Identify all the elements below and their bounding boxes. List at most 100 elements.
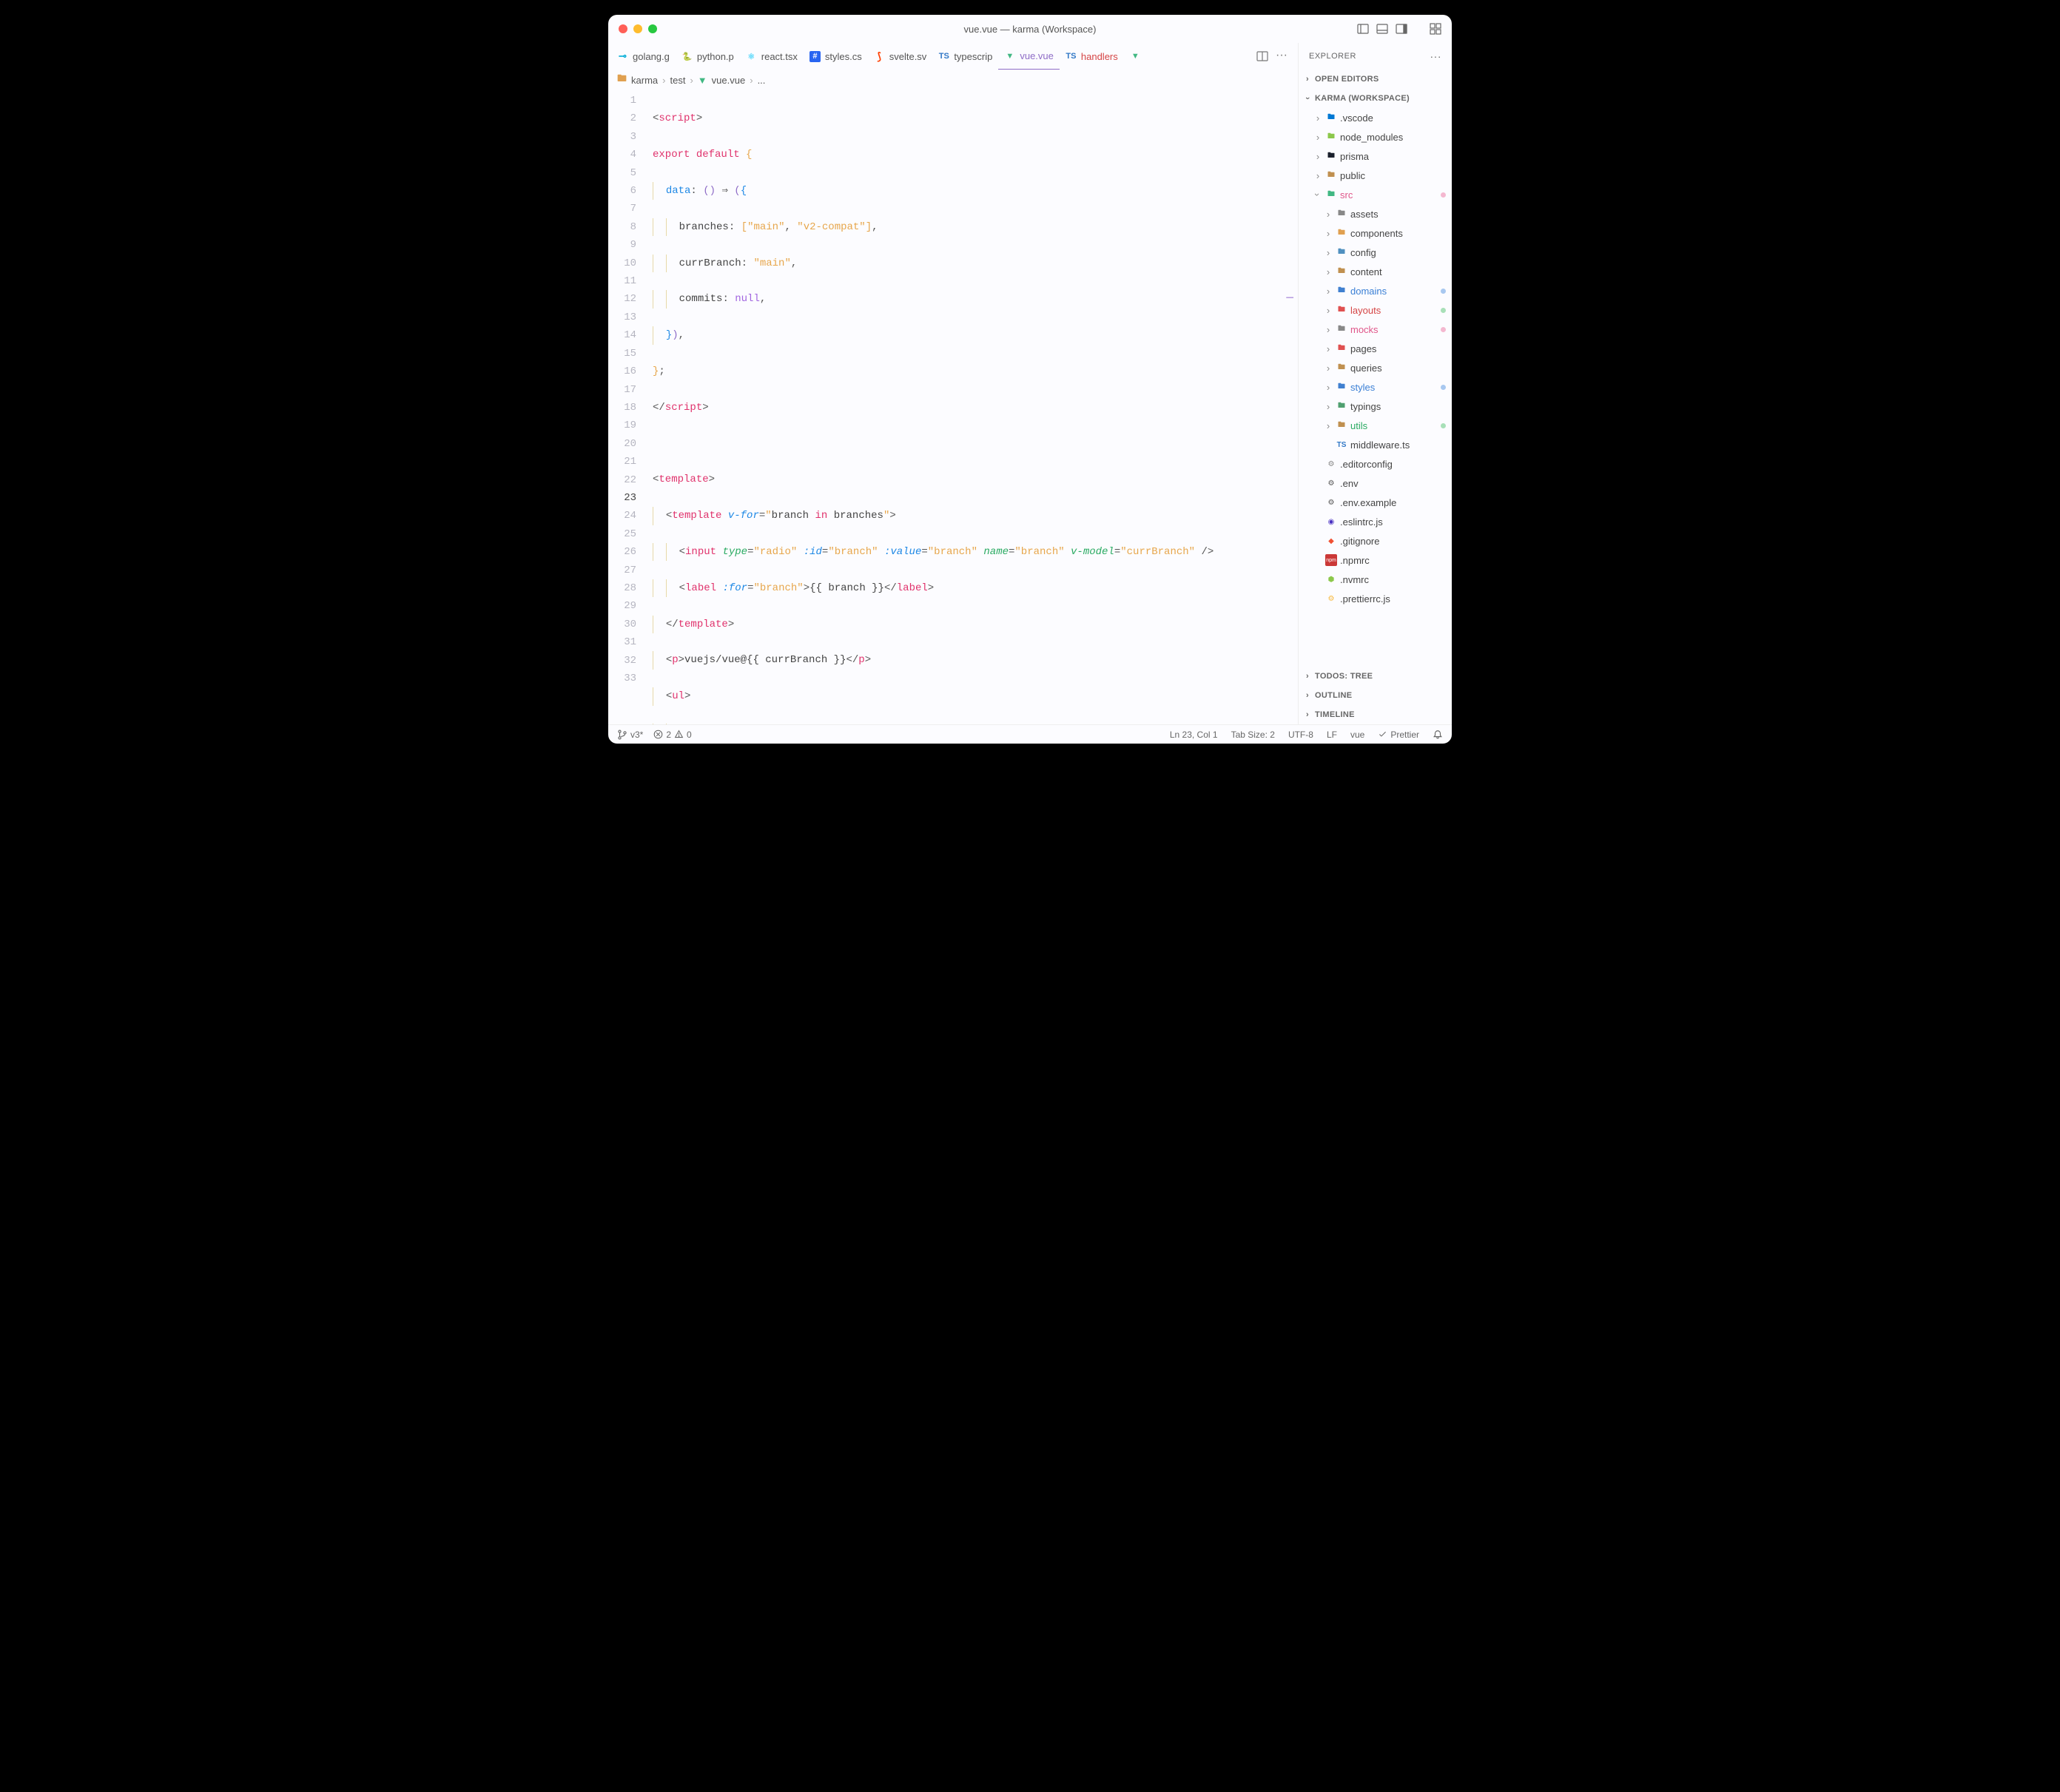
- tab-styles[interactable]: #styles.cs: [804, 43, 868, 70]
- chevron-right-icon: ›: [1313, 171, 1322, 180]
- tree-item-public[interactable]: ›🖿public: [1299, 166, 1452, 185]
- maximize-icon[interactable]: [648, 24, 657, 33]
- tree-item-utils[interactable]: ›🖿utils: [1299, 416, 1452, 435]
- minimize-icon[interactable]: [633, 24, 642, 33]
- tab-python[interactable]: 🐍python.p: [676, 43, 740, 70]
- folder-icon: 🖿: [1336, 400, 1347, 412]
- chevron-right-icon: ›: [1324, 402, 1333, 411]
- tab-golang[interactable]: ⊸golang.g: [611, 43, 676, 70]
- tree-item-domains[interactable]: ›🖿domains: [1299, 281, 1452, 300]
- breadcrumb-item[interactable]: test: [670, 75, 685, 86]
- section-open-editors[interactable]: › OPEN EDITORS: [1299, 70, 1452, 89]
- formatter[interactable]: Prettier: [1378, 730, 1419, 740]
- vue-icon: ▼: [698, 75, 707, 86]
- git-status-dot: [1441, 308, 1446, 313]
- tree-item-src[interactable]: ›🖿src: [1299, 185, 1452, 204]
- tree-item--vscode[interactable]: ›🖿.vscode: [1299, 108, 1452, 127]
- folder-icon: 🖿: [1336, 285, 1347, 297]
- tree-item-label: config: [1350, 247, 1376, 258]
- tree-item--prettierrc-js[interactable]: ⚙.prettierrc.js: [1299, 589, 1452, 608]
- tree-item-label: src: [1340, 189, 1353, 201]
- titlebar-actions: [1357, 23, 1441, 35]
- code-editor[interactable]: 1234567891011121314151617181920212223242…: [608, 90, 1298, 724]
- git-status-dot: [1441, 423, 1446, 428]
- problems[interactable]: 2 0: [653, 730, 691, 740]
- tree-item-label: .env.example: [1340, 497, 1396, 508]
- cursor-position[interactable]: Ln 23, Col 1: [1170, 730, 1218, 740]
- tab-typescript[interactable]: TStypescrip: [932, 43, 998, 70]
- language-mode[interactable]: vue: [1350, 730, 1364, 740]
- chevron-right-icon: ›: [1324, 306, 1333, 314]
- tree-item--env[interactable]: ⚙.env: [1299, 474, 1452, 493]
- layout-right-icon[interactable]: [1396, 23, 1407, 35]
- folder-icon: 🖿: [1336, 323, 1347, 335]
- git-status-dot: [1441, 192, 1446, 198]
- notifications-icon[interactable]: [1433, 730, 1443, 740]
- tab-size[interactable]: Tab Size: 2: [1231, 730, 1275, 740]
- breadcrumb-item[interactable]: vue.vue: [712, 75, 746, 86]
- section-timeline[interactable]: › TIMELINE: [1299, 705, 1452, 724]
- tree-item--nvmrc[interactable]: ⬢.nvmrc: [1299, 570, 1452, 589]
- tab-overflow[interactable]: ▼: [1124, 43, 1147, 70]
- customize-layout-icon[interactable]: [1430, 23, 1441, 35]
- tree-item-components[interactable]: ›🖿components: [1299, 223, 1452, 243]
- tree-item-styles[interactable]: ›🖿styles: [1299, 377, 1452, 397]
- vue-icon: ▼: [1130, 51, 1141, 62]
- eol[interactable]: LF: [1327, 730, 1337, 740]
- tree-item--eslintrc-js[interactable]: ◉.eslintrc.js: [1299, 512, 1452, 531]
- chevron-right-icon: ›: [1303, 691, 1312, 700]
- statusbar: v3* 2 0 Ln 23, Col 1 Tab Size: 2 UTF-8 L…: [608, 724, 1452, 744]
- vue-icon: ▼: [1004, 50, 1015, 61]
- layout-bottom-icon[interactable]: [1376, 23, 1388, 35]
- more-actions-icon[interactable]: ···: [1276, 50, 1288, 62]
- tree-item-typings[interactable]: ›🖿typings: [1299, 397, 1452, 416]
- tree-item-assets[interactable]: ›🖿assets: [1299, 204, 1452, 223]
- tree-item-queries[interactable]: ›🖿queries: [1299, 358, 1452, 377]
- tree-item-pages[interactable]: ›🖿pages: [1299, 339, 1452, 358]
- folder-icon: 🖿: [1336, 381, 1347, 393]
- close-icon[interactable]: [619, 24, 627, 33]
- tree-item-label: .eslintrc.js: [1340, 516, 1383, 528]
- tree-item--gitignore[interactable]: ◆.gitignore: [1299, 531, 1452, 550]
- layout-left-icon[interactable]: [1357, 23, 1369, 35]
- section-todos[interactable]: › TODOS: TREE: [1299, 667, 1452, 686]
- more-actions-icon[interactable]: ···: [1430, 50, 1442, 62]
- git-status-dot: [1441, 327, 1446, 332]
- tree-item--npmrc[interactable]: npm.npmrc: [1299, 550, 1452, 570]
- chevron-right-icon: ›: [1303, 672, 1312, 681]
- tree-item--env-example[interactable]: ⚙.env.example: [1299, 493, 1452, 512]
- tree-item-label: utils: [1350, 420, 1367, 431]
- encoding[interactable]: UTF-8: [1288, 730, 1313, 740]
- tree-item-label: .editorconfig: [1340, 459, 1393, 470]
- chevron-right-icon: ›: [1324, 383, 1333, 391]
- breadcrumb-item[interactable]: ...: [758, 75, 766, 86]
- gutter: 1234567891011121314151617181920212223242…: [608, 90, 648, 724]
- breadcrumb-item[interactable]: karma: [631, 75, 658, 86]
- tab-vue[interactable]: ▼vue.vue: [998, 43, 1060, 70]
- tree-item-label: .env: [1340, 478, 1359, 489]
- section-outline[interactable]: › OUTLINE: [1299, 686, 1452, 705]
- code-content[interactable]: <script> export default { data: () ⇒ ({ …: [648, 90, 1298, 724]
- tree-item-prisma[interactable]: ›🖿prisma: [1299, 146, 1452, 166]
- tree-item-mocks[interactable]: ›🖿mocks: [1299, 320, 1452, 339]
- chevron-right-icon: ›: [1324, 229, 1333, 238]
- minimap-annotation: —: [1286, 289, 1293, 306]
- git-branch[interactable]: v3*: [617, 730, 643, 740]
- tree-item--editorconfig[interactable]: ⚙.editorconfig: [1299, 454, 1452, 474]
- split-editor-icon[interactable]: [1256, 50, 1268, 62]
- tree-item-content[interactable]: ›🖿content: [1299, 262, 1452, 281]
- tab-bar: ⊸golang.g 🐍python.p ⚛react.tsx #styles.c…: [608, 43, 1298, 70]
- tree-item-label: .gitignore: [1340, 536, 1379, 547]
- tree-item-node_modules[interactable]: ›🖿node_modules: [1299, 127, 1452, 146]
- sidebar-title: EXPLORER: [1309, 52, 1356, 61]
- section-workspace[interactable]: › KARMA (WORKSPACE): [1299, 89, 1452, 108]
- tree-item-layouts[interactable]: ›🖿layouts: [1299, 300, 1452, 320]
- tree-item-middleware-ts[interactable]: TSmiddleware.ts: [1299, 435, 1452, 454]
- breadcrumb[interactable]: 🖿 karma › test › ▼ vue.vue › ...: [608, 70, 1298, 90]
- tree-item-config[interactable]: ›🖿config: [1299, 243, 1452, 262]
- chevron-right-icon: ›: [690, 75, 693, 86]
- tab-svelte[interactable]: ⟆svelte.sv: [868, 43, 933, 70]
- tab-handlers[interactable]: TShandlers: [1060, 43, 1124, 70]
- file-tree: ›🖿.vscode›🖿node_modules›🖿prisma›🖿public›…: [1299, 108, 1452, 667]
- tab-react[interactable]: ⚛react.tsx: [740, 43, 804, 70]
